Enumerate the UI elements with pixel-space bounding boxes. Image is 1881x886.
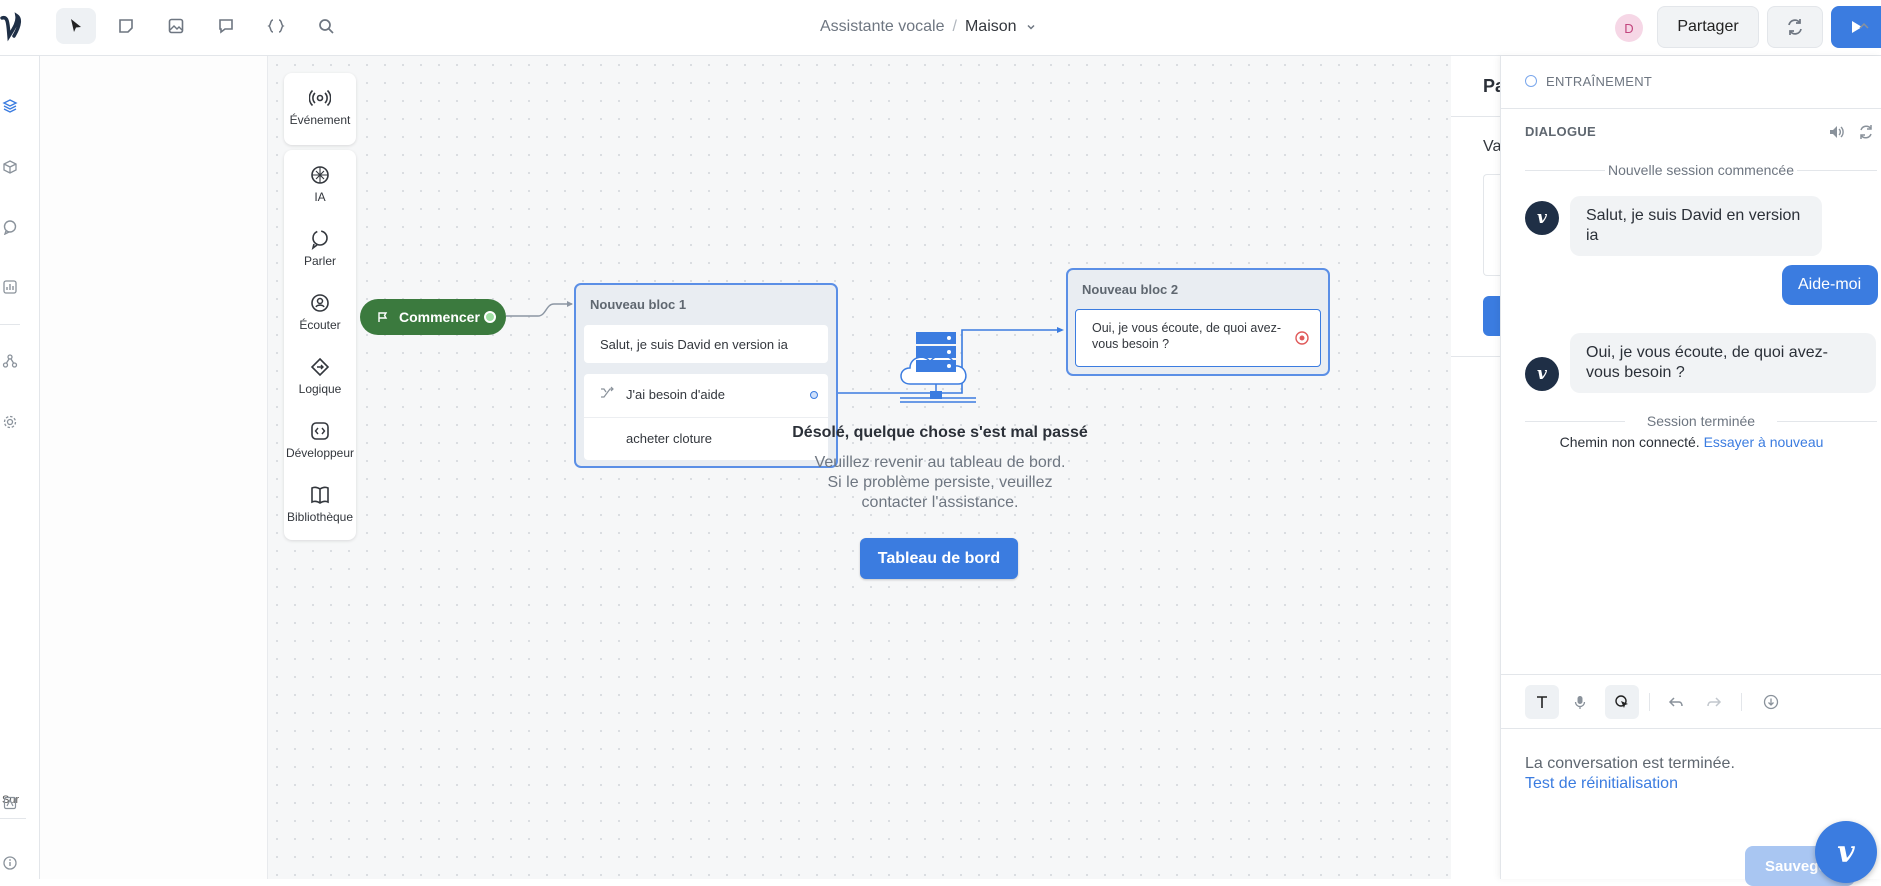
training-label: ENTRAÎNEMENT	[1546, 74, 1653, 89]
text-mode-button[interactable]	[1525, 685, 1559, 719]
text-icon	[1537, 696, 1547, 708]
block-2-speak-step[interactable]: Oui, je vous écoute, de quoi avez-vous b…	[1075, 309, 1321, 367]
bot-message-2: Oui, je vous écoute, de quoi avez-vous b…	[1570, 333, 1876, 393]
path-status: Chemin non connecté. Essayer à nouveau	[1501, 434, 1881, 450]
session-end-line-left	[1525, 421, 1625, 422]
block-1-title: Nouveau bloc 1	[590, 297, 687, 312]
error-message: Veuillez revenir au tableau de bord. Si …	[780, 453, 1100, 513]
cursor-click-icon	[1615, 695, 1628, 708]
restart-icon[interactable]	[1857, 123, 1875, 141]
error-line-2: Si le problème persiste, veuillez	[827, 474, 1053, 491]
assistant-launcher-button[interactable]: v	[1815, 821, 1877, 883]
input-divider	[1501, 728, 1881, 729]
reset-test-link[interactable]: Test de réinitialisation	[1525, 774, 1678, 794]
flag-icon	[378, 312, 388, 322]
choice-divider	[584, 417, 828, 418]
start-node[interactable]: Commencer	[360, 299, 506, 335]
block-1-speak-step[interactable]: Salut, je suis David en version ia	[584, 325, 828, 363]
voice-mode-button[interactable]	[1563, 685, 1597, 719]
retry-link[interactable]: Essayer à nouveau	[1704, 434, 1824, 450]
training-status-icon	[1525, 75, 1537, 87]
stub-divider-2	[1451, 356, 1501, 357]
bot-avatar: v	[1525, 357, 1559, 391]
bot-avatar: v	[1525, 201, 1559, 235]
section-divider	[1501, 108, 1881, 109]
stub-button[interactable]	[1483, 296, 1501, 336]
intent-choice-1[interactable]: J'ai besoin d'aide	[626, 387, 725, 402]
prototype-panel: ENTRAÎNEMENT DIALOGUE Nouvelle session c…	[1500, 22, 1881, 886]
bot-message-1: Salut, je suis David en version ia	[1570, 196, 1822, 256]
block-1-choice-step[interactable]: J'ai besoin d'aide acheter cloture	[584, 374, 828, 460]
toolbar-sep	[1741, 693, 1742, 711]
settings-panel-stub: Pa Va	[1451, 56, 1505, 879]
speaker-icon[interactable]	[1827, 123, 1845, 141]
not-connected-text: Chemin non connecté.	[1559, 434, 1700, 450]
session-started-text: Nouvelle session commencée	[1608, 162, 1794, 178]
interaction-mode-button[interactable]	[1605, 685, 1639, 719]
intent-port-1[interactable]	[810, 391, 818, 399]
stub-input[interactable]	[1483, 174, 1501, 276]
download-button[interactable]	[1754, 685, 1788, 719]
redo-icon	[1707, 697, 1722, 707]
block-2[interactable]: Nouveau bloc 2 Oui, je vous écoute, de q…	[1066, 268, 1330, 376]
toolbar-sep	[1649, 693, 1650, 711]
stub-label: Va	[1483, 138, 1502, 155]
session-end-line-right	[1777, 421, 1877, 422]
session-start-line-right	[1797, 170, 1877, 171]
cloud-server-icon	[900, 332, 976, 403]
block-2-message: Oui, je vous écoute, de quoi avez-vous b…	[1092, 321, 1282, 351]
chevron-up-icon[interactable]	[1858, 20, 1870, 32]
input-toolbar-divider	[1501, 674, 1881, 675]
download-icon	[1763, 694, 1779, 710]
server-error-illustration	[896, 328, 980, 404]
session-ended-text: Session terminée	[1646, 413, 1756, 429]
error-title: Désolé, quelque chose s'est mal passé	[792, 424, 1088, 441]
conversation-ended-text: La conversation est terminée.	[1525, 755, 1735, 772]
dialog-label: DIALOGUE	[1525, 124, 1597, 139]
user-message-1: Aide-moi	[1782, 265, 1878, 305]
session-start-line-left	[1525, 170, 1605, 171]
undo-button[interactable]	[1659, 685, 1693, 719]
error-line-3: contacter l'assistance.	[861, 494, 1019, 511]
intent-choice-2[interactable]: acheter cloture	[626, 431, 712, 446]
error-line-1: Veuillez revenir au tableau de bord.	[814, 454, 1066, 471]
stub-divider	[1451, 116, 1501, 117]
block-2-title: Nouveau bloc 2	[1082, 282, 1179, 297]
end-target-icon	[1295, 331, 1309, 345]
start-port[interactable]	[484, 311, 496, 323]
microphone-icon	[1574, 696, 1586, 709]
redo-button[interactable]	[1697, 685, 1731, 719]
dashboard-button[interactable]: Tableau de bord	[860, 538, 1018, 579]
shuffle-icon	[601, 386, 614, 398]
start-label: Commencer	[399, 309, 480, 325]
undo-icon	[1668, 697, 1683, 707]
